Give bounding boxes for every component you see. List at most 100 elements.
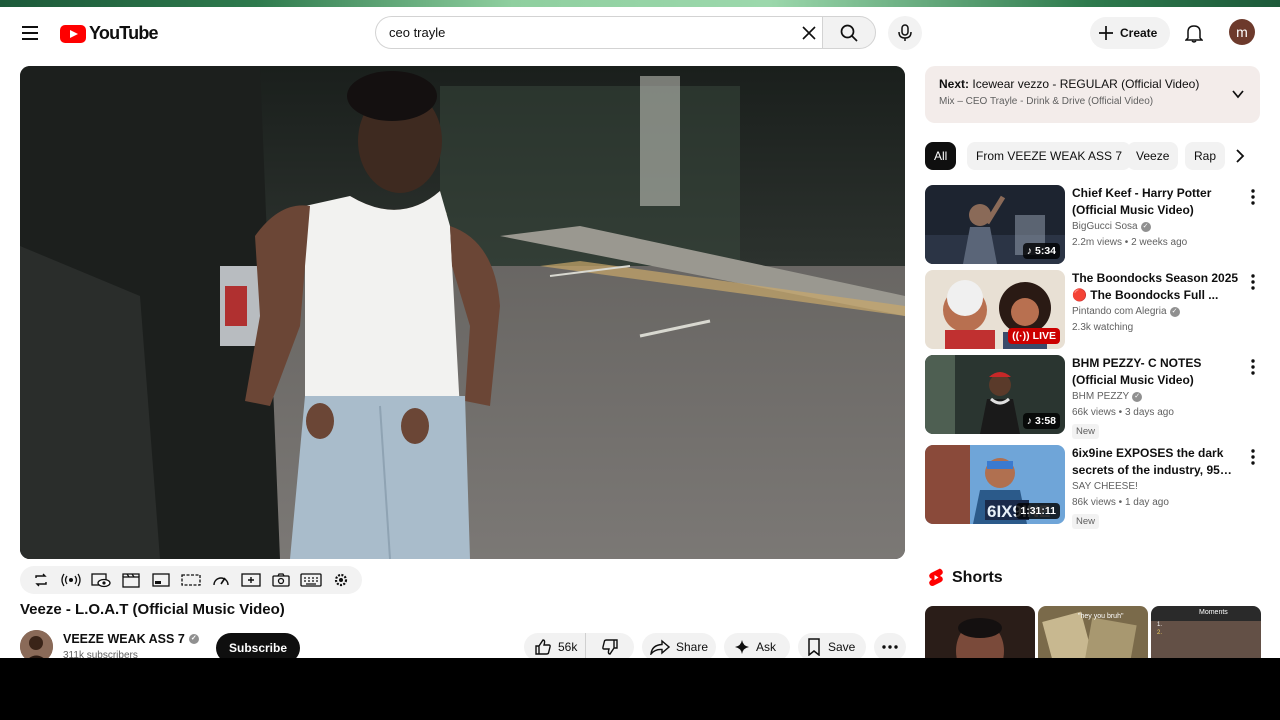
more-vertical-icon[interactable] bbox=[1246, 447, 1260, 467]
more-vertical-icon[interactable] bbox=[1246, 187, 1260, 207]
subscribe-button[interactable]: Subscribe bbox=[216, 633, 301, 658]
youtube-play-logo-icon bbox=[60, 24, 86, 43]
microphone-icon bbox=[898, 24, 912, 41]
player-extension-toolbar bbox=[20, 566, 362, 594]
shorts-note-icon: ♪ bbox=[1026, 245, 1032, 257]
recommendation-channel[interactable]: BHM PEZZY ✓ bbox=[1072, 391, 1143, 402]
duration-text: 5:34 bbox=[1034, 245, 1056, 257]
recommendation-title[interactable]: The Boondocks Season 2025 🔴 The Boondock… bbox=[1072, 270, 1242, 304]
watch-later-eye-icon[interactable] bbox=[90, 569, 112, 591]
recommendation-title[interactable]: 6ix9ine EXPOSES the dark secrets of the … bbox=[1072, 445, 1242, 479]
recommendation-item[interactable]: ♪ 5:34 Chief Keef - Harry Potter (Officia… bbox=[925, 185, 1260, 265]
screenshot-camera-icon[interactable] bbox=[270, 569, 292, 591]
create-button[interactable]: Create bbox=[1090, 17, 1171, 49]
share-label: Share bbox=[676, 640, 709, 654]
recommendation-meta: 86k views • 1 day ago bbox=[1072, 497, 1169, 508]
short-overlay-text: Moments bbox=[1199, 609, 1228, 616]
channel-avatar[interactable] bbox=[20, 630, 53, 658]
search-button[interactable] bbox=[822, 16, 876, 49]
youtube-watch-page: YouTube Create m bbox=[0, 0, 1280, 658]
short-thumbnail[interactable] bbox=[925, 606, 1035, 658]
clapperboard-icon[interactable] bbox=[120, 569, 142, 591]
recommendation-item[interactable]: ((·)) LIVE The Boondocks Season 2025 🔴 Th… bbox=[925, 270, 1260, 350]
account-avatar[interactable]: m bbox=[1229, 19, 1255, 45]
loop-icon[interactable] bbox=[30, 569, 52, 591]
chip-veeze[interactable]: Veeze bbox=[1127, 142, 1179, 170]
like-dislike-group: 56k bbox=[524, 633, 634, 658]
video-thumbnail[interactable]: 6IX9INE 1:31:11 bbox=[925, 445, 1065, 524]
video-duration-badge: ♪ 5:34 bbox=[1022, 243, 1060, 259]
verified-badge-icon: ✓ bbox=[1140, 221, 1151, 232]
recommendation-channel[interactable]: BigGucci Sosa ✓ bbox=[1072, 221, 1151, 232]
settings-gear-icon[interactable] bbox=[330, 569, 352, 591]
shorts-note-icon: ♪ bbox=[1026, 415, 1032, 427]
share-arrow-icon bbox=[650, 639, 670, 655]
chevron-down-icon[interactable] bbox=[1230, 86, 1246, 102]
plus-icon bbox=[1099, 26, 1113, 40]
playback-speed-icon[interactable] bbox=[210, 569, 232, 591]
short-thumbnail[interactable]: "hey you bruh" bbox=[1038, 606, 1148, 658]
chips-next-button[interactable] bbox=[1226, 142, 1254, 170]
share-button[interactable]: Share bbox=[642, 633, 716, 658]
picture-in-picture-icon[interactable] bbox=[150, 569, 172, 591]
dislike-button[interactable] bbox=[586, 633, 634, 658]
bookmark-icon bbox=[808, 638, 820, 656]
like-button[interactable]: 56k bbox=[524, 633, 587, 658]
up-next-title: Next: Icewear vezzo - REGULAR (Official … bbox=[939, 77, 1246, 91]
up-next-prefix: Next: bbox=[939, 77, 970, 91]
more-horizontal-icon bbox=[882, 645, 898, 649]
recommendation-title[interactable]: Chief Keef - Harry Potter (Official Musi… bbox=[1072, 185, 1242, 219]
channel-name[interactable]: VEEZE WEAK ASS 7 ✓ bbox=[63, 632, 199, 646]
menu-button[interactable] bbox=[14, 17, 46, 49]
subscriber-count: 311k subscribers bbox=[63, 650, 138, 658]
youtube-logo[interactable]: YouTube bbox=[60, 23, 159, 44]
video-thumbnail[interactable]: ♪ 5:34 bbox=[925, 185, 1065, 264]
more-vertical-icon[interactable] bbox=[1246, 357, 1260, 377]
ask-button[interactable]: Ask bbox=[724, 633, 790, 658]
recommendation-item[interactable]: 6IX9INE 1:31:11 6ix9ine EXPOSES the dark… bbox=[925, 445, 1260, 529]
add-to-queue-icon[interactable] bbox=[240, 569, 262, 591]
new-badge: New bbox=[1072, 514, 1100, 529]
chip-rap[interactable]: Rap bbox=[1185, 142, 1226, 170]
browser-top-strip bbox=[0, 0, 1280, 7]
recommendation-channel[interactable]: SAY CHEESE! bbox=[1072, 481, 1138, 492]
video-thumbnail[interactable]: ((·)) LIVE bbox=[925, 270, 1065, 349]
thumbs-down-icon bbox=[602, 639, 618, 655]
video-duration-badge: 1:31:11 bbox=[1016, 503, 1060, 519]
more-actions-button[interactable] bbox=[874, 633, 906, 658]
notifications-button[interactable] bbox=[1180, 19, 1208, 47]
broadcast-icon[interactable] bbox=[60, 569, 82, 591]
more-vertical-icon[interactable] bbox=[1246, 272, 1260, 292]
new-badge: New bbox=[1072, 424, 1100, 439]
up-next-mix-panel[interactable]: Next: Icewear vezzo - REGULAR (Official … bbox=[925, 66, 1260, 123]
short-thumbnail[interactable]: Moments 1. 2. bbox=[1151, 606, 1261, 658]
chevron-right-icon bbox=[1236, 149, 1245, 163]
shorts-label: Shorts bbox=[952, 568, 1003, 586]
search-input[interactable] bbox=[389, 25, 789, 40]
recommendation-title[interactable]: BHM PEZZY- C NOTES (Official Music Video… bbox=[1072, 355, 1242, 389]
chip-from-channel[interactable]: From VEEZE WEAK ASS 7 bbox=[967, 142, 1132, 170]
save-button[interactable]: Save bbox=[798, 633, 866, 658]
duration-text: 1:31:11 bbox=[1020, 505, 1056, 517]
shorts-shelf-header: Shorts bbox=[928, 568, 1003, 587]
shorts-logo-icon bbox=[929, 568, 943, 586]
video-title: Veeze - L.O.A.T (Official Music Video) bbox=[20, 601, 285, 618]
theater-mode-icon[interactable] bbox=[180, 569, 202, 591]
chip-all[interactable]: All bbox=[925, 142, 957, 170]
voice-search-button[interactable] bbox=[888, 16, 922, 50]
video-thumbnail[interactable]: ♪ 3:58 bbox=[925, 355, 1065, 434]
video-duration-badge: ♪ 3:58 bbox=[1022, 413, 1060, 429]
recommendation-item[interactable]: ♪ 3:58 BHM PEZZY- C NOTES (Official Music… bbox=[925, 355, 1260, 439]
recommendation-channel[interactable]: Pintando com Alegria ✓ bbox=[1072, 306, 1180, 317]
video-player[interactable] bbox=[20, 66, 905, 559]
search-box[interactable] bbox=[375, 16, 823, 49]
live-text: LIVE bbox=[1032, 330, 1056, 342]
recommendation-meta: 66k views • 3 days ago bbox=[1072, 407, 1174, 418]
clear-search-button[interactable] bbox=[797, 21, 821, 45]
channel-text: SAY CHEESE! bbox=[1072, 481, 1138, 492]
keyboard-icon[interactable] bbox=[300, 569, 322, 591]
sparkle-icon bbox=[735, 640, 749, 654]
recommendation-meta: 2.3k watching bbox=[1072, 322, 1134, 333]
up-next-video-title: Icewear vezzo - REGULAR (Official Video) bbox=[972, 77, 1200, 91]
masthead: YouTube Create m bbox=[0, 7, 1280, 59]
